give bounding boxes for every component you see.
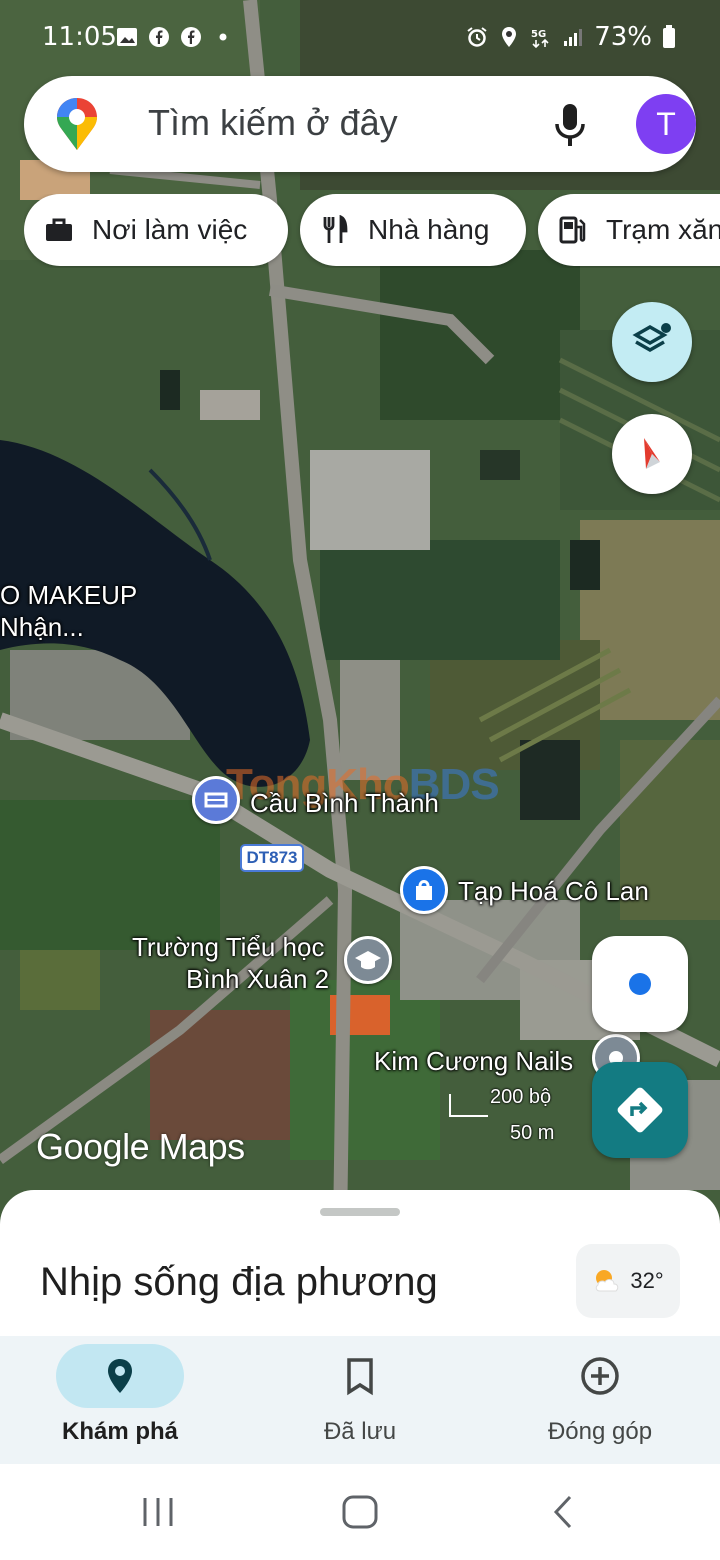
status-time: 11:05	[42, 22, 117, 52]
location-icon	[502, 27, 517, 47]
nav-saved-label: Đã lưu	[323, 1418, 397, 1445]
search-input[interactable]: Tìm kiếm ở đây	[148, 102, 398, 144]
alarm-icon	[467, 27, 487, 47]
road-shield: DT873	[240, 844, 304, 872]
bottom-sheet[interactable]: Nhịp sống địa phương 32°	[0, 1190, 720, 1340]
directions-button[interactable]	[592, 1062, 688, 1158]
bridge-poi-icon[interactable]	[192, 776, 240, 824]
briefcase-icon	[46, 218, 72, 241]
gas-station-icon	[559, 216, 586, 244]
map-label-store[interactable]: Tạp Hoá Cô Lan	[458, 876, 649, 906]
nav-saved[interactable]: Đã lưu	[240, 1336, 480, 1464]
category-chips: Nơi làm việc Nhà hàng Trạm xăng	[24, 194, 720, 268]
my-location-icon	[629, 973, 651, 995]
weather-temperature: 32°	[630, 1268, 664, 1293]
map-scale: 200 bộ 50 m	[448, 1086, 578, 1156]
my-location-button[interactable]	[592, 936, 688, 1032]
system-navigation-bar	[0, 1464, 720, 1560]
battery-percent: 73%	[594, 22, 652, 52]
chip-workplace[interactable]: Nơi làm việc	[24, 194, 288, 266]
gallery-icon	[117, 28, 137, 46]
weather-badge[interactable]: 32°	[576, 1244, 680, 1318]
status-bar: 11:05 5G 73%	[0, 0, 720, 76]
microphone-icon[interactable]	[550, 102, 590, 148]
google-maps-logo: Google Maps	[36, 1126, 245, 1167]
home-icon[interactable]	[340, 1494, 380, 1530]
map-label-makeup-sub[interactable]: Nhận...	[0, 612, 84, 642]
nav-contribute-label: Đóng góp	[547, 1418, 653, 1445]
nav-explore[interactable]: Khám phá	[0, 1336, 240, 1464]
scale-imperial: 200 bộ	[490, 1086, 552, 1108]
bookmark-icon	[347, 1358, 373, 1396]
map-label-school[interactable]: Trường Tiểu học	[132, 932, 324, 962]
map-view[interactable]: TongKhoBDS O MAKEUP Nhận... Cầu Bình Thà…	[0, 0, 720, 1230]
nav-explore-label: Khám phá	[61, 1418, 178, 1445]
shopping-bag-icon[interactable]	[400, 866, 448, 914]
battery-icon	[663, 25, 675, 48]
avatar[interactable]: T	[636, 94, 696, 154]
map-label-makeup[interactable]: O MAKEUP	[0, 580, 137, 610]
google-maps-pin-icon	[57, 98, 97, 150]
chip-workplace-label: Nơi làm việc	[92, 214, 248, 245]
5g-icon: 5G	[531, 29, 549, 48]
scale-metric: 50 m	[510, 1122, 555, 1144]
map-label-school-sub[interactable]: Bình Xuân 2	[186, 964, 329, 994]
dot-icon	[219, 33, 227, 41]
sheet-drag-handle[interactable]	[320, 1208, 400, 1216]
chip-restaurant[interactable]: Nhà hàng	[300, 194, 526, 266]
sheet-title: Nhịp sống địa phương	[40, 1260, 438, 1304]
compass-button[interactable]	[612, 414, 692, 494]
svg-text:5G: 5G	[531, 29, 546, 40]
restaurant-icon	[323, 215, 348, 243]
layers-icon	[632, 323, 671, 353]
bottom-navigation: Khám phá Đã lưu Đóng góp	[0, 1336, 720, 1464]
school-icon[interactable]	[344, 936, 392, 984]
facebook-icon	[149, 27, 169, 47]
recent-apps-icon[interactable]	[140, 1494, 176, 1530]
add-circle-icon	[581, 1357, 619, 1395]
nav-contribute[interactable]: Đóng góp	[480, 1336, 720, 1464]
chip-gas-station-label: Trạm xăng	[606, 214, 720, 245]
layers-button[interactable]	[612, 302, 692, 382]
back-icon[interactable]	[548, 1494, 578, 1530]
chip-restaurant-label: Nhà hàng	[368, 214, 490, 245]
facebook-icon	[181, 27, 201, 47]
directions-icon	[617, 1087, 663, 1133]
chip-gas-station[interactable]: Trạm xăng	[538, 194, 720, 266]
search-bar[interactable]: Tìm kiếm ở đây T	[24, 76, 696, 172]
map-label-bridge[interactable]: Cầu Bình Thành	[250, 788, 439, 818]
compass-icon	[644, 438, 660, 469]
partly-cloudy-icon	[596, 1270, 619, 1292]
signal-icon	[564, 29, 583, 46]
map-label-nails[interactable]: Kim Cương Nails	[374, 1046, 573, 1076]
explore-pin-icon	[108, 1359, 132, 1393]
